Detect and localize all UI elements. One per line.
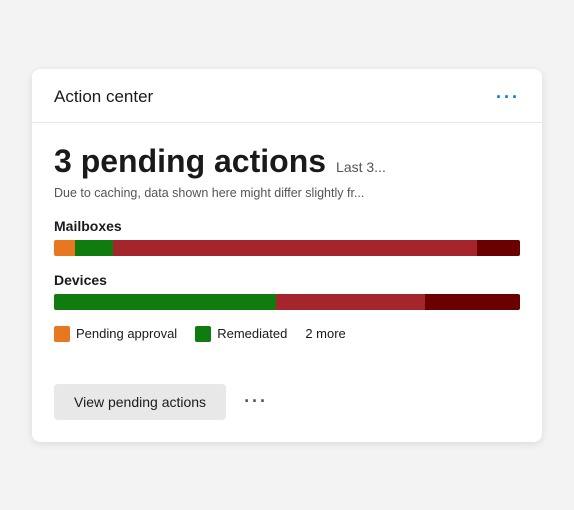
mailboxes-segment-3 xyxy=(477,240,520,256)
legend-remediated: Remediated xyxy=(195,326,287,342)
card-footer: View pending actions ··· xyxy=(32,384,542,442)
mailboxes-segment-0 xyxy=(54,240,75,256)
remediated-swatch xyxy=(195,326,211,342)
card-header: Action center ··· xyxy=(32,69,542,123)
pending-approval-swatch xyxy=(54,326,70,342)
caching-note: Due to caching, data shown here might di… xyxy=(54,186,520,200)
remediated-label: Remediated xyxy=(217,326,287,341)
devices-label: Devices xyxy=(54,272,520,288)
devices-bar xyxy=(54,294,520,310)
legend-more: 2 more xyxy=(305,326,345,341)
last-label: Last 3... xyxy=(336,159,386,175)
footer-more-icon[interactable]: ··· xyxy=(244,391,268,412)
devices-segment-1 xyxy=(276,294,424,310)
action-center-card: Action center ··· 3 pending actions Last… xyxy=(32,69,542,442)
mailboxes-bar xyxy=(54,240,520,256)
devices-segment-0 xyxy=(54,294,276,310)
legend-pending-approval: Pending approval xyxy=(54,326,177,342)
mailboxes-segment-2 xyxy=(113,240,477,256)
pending-approval-label: Pending approval xyxy=(76,326,177,341)
header-more-icon[interactable]: ··· xyxy=(496,87,520,108)
card-body: 3 pending actions Last 3... Due to cachi… xyxy=(32,123,542,384)
pending-count-row: 3 pending actions Last 3... xyxy=(54,143,520,180)
view-pending-actions-button[interactable]: View pending actions xyxy=(54,384,226,420)
card-title: Action center xyxy=(54,87,153,107)
devices-segment-2 xyxy=(425,294,520,310)
pending-count: 3 pending actions xyxy=(54,143,326,180)
mailboxes-label: Mailboxes xyxy=(54,218,520,234)
legend-row: Pending approval Remediated 2 more xyxy=(54,326,520,342)
mailboxes-segment-1 xyxy=(75,240,113,256)
